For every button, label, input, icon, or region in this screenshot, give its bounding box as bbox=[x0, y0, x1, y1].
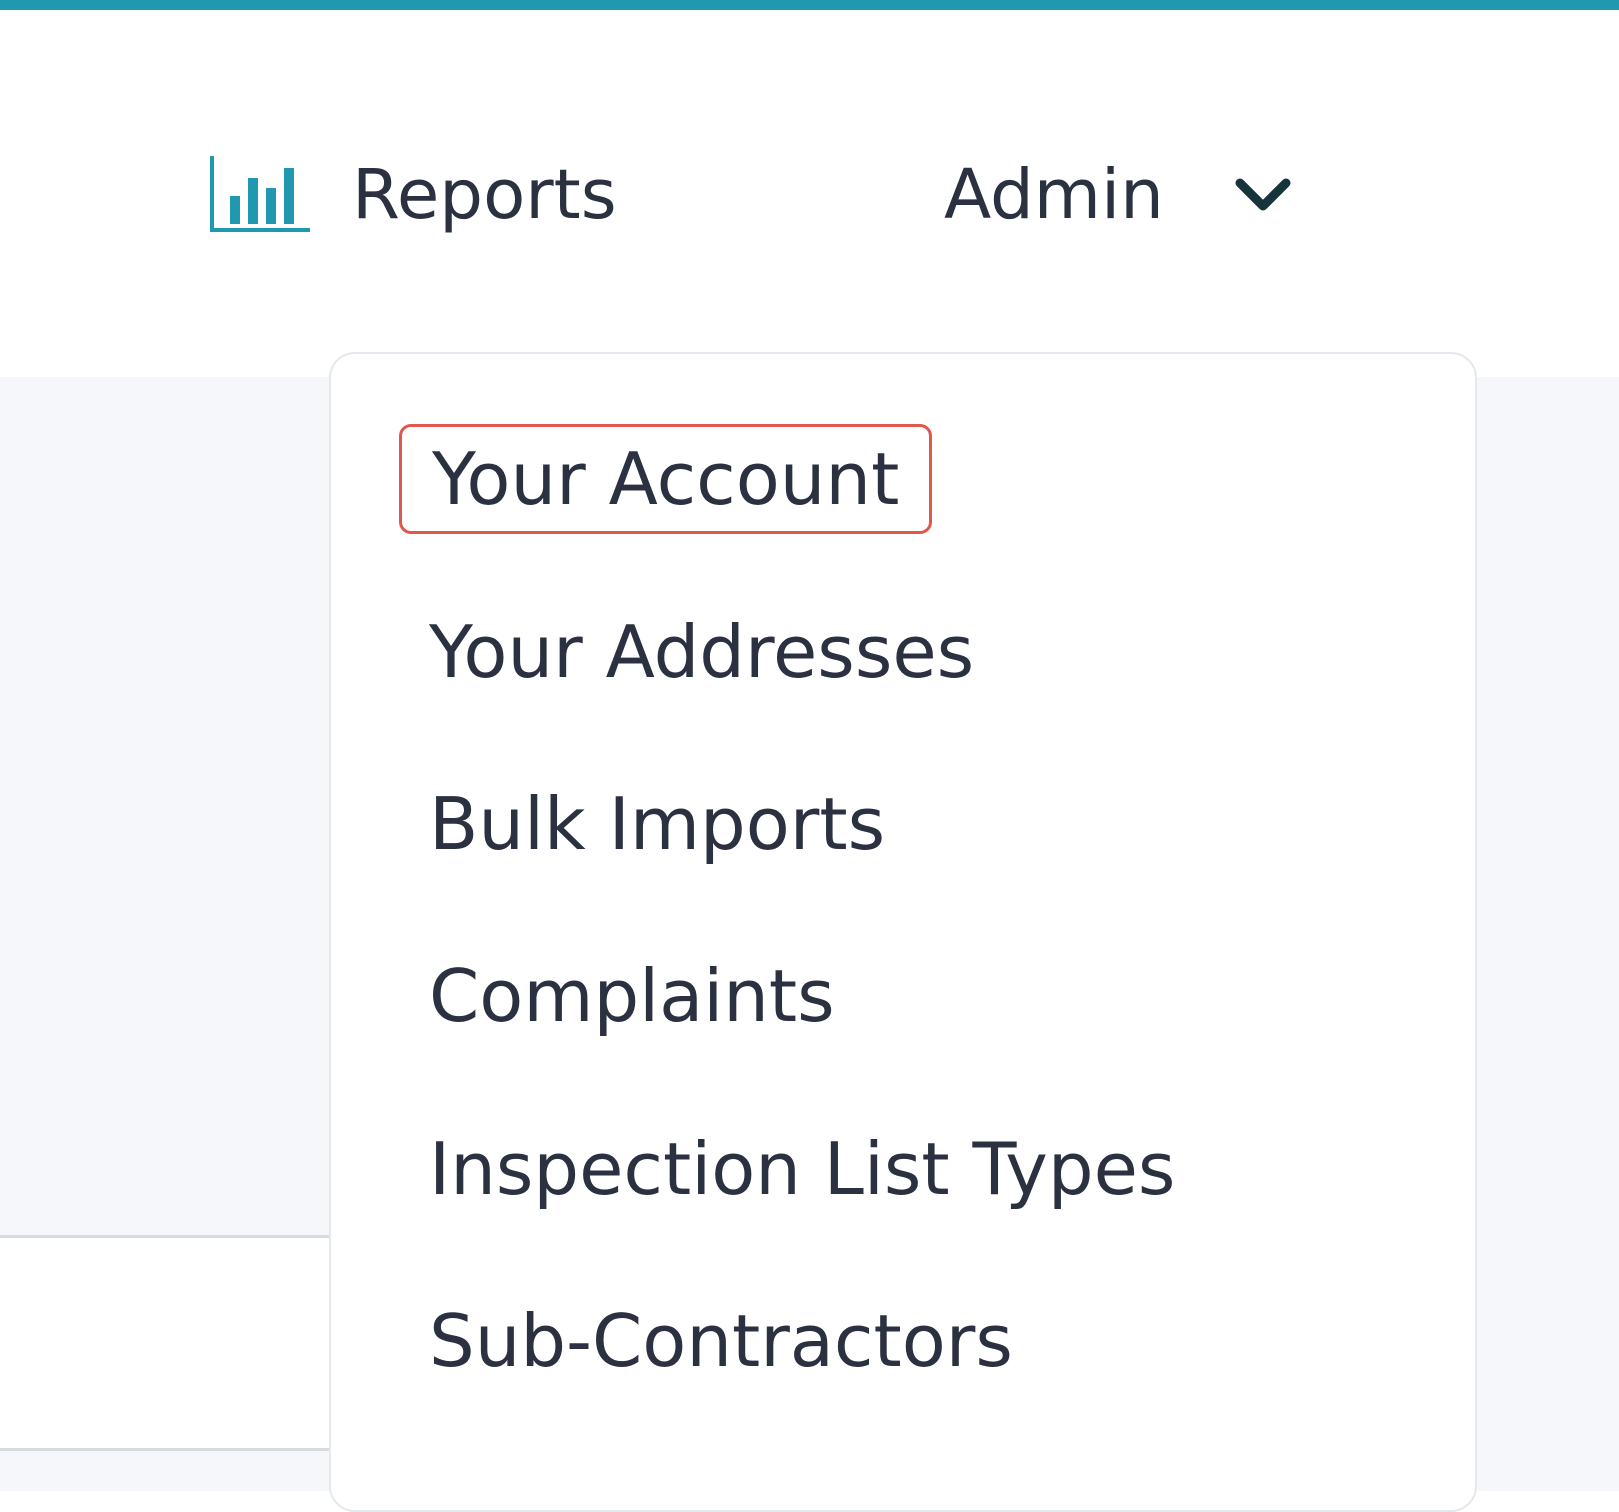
nav-admin-label: Admin bbox=[944, 155, 1164, 235]
menu-item-your-account[interactable]: Your Account bbox=[399, 424, 933, 534]
admin-dropdown-menu: Your Account Your Addresses Bulk Imports… bbox=[329, 352, 1477, 1512]
nav-reports-link[interactable]: Reports bbox=[206, 150, 617, 240]
bar-chart-icon bbox=[210, 156, 310, 232]
table-row bbox=[0, 1235, 340, 1451]
nav-admin-dropdown[interactable]: Admin bbox=[944, 150, 1294, 240]
menu-item-your-addresses[interactable]: Your Addresses bbox=[429, 597, 974, 707]
chevron-down-icon bbox=[1235, 178, 1291, 211]
menu-item-complaints[interactable]: Complaints bbox=[429, 941, 835, 1051]
menu-item-bulk-imports[interactable]: Bulk Imports bbox=[429, 769, 885, 879]
top-accent-bar bbox=[0, 0, 1619, 10]
menu-item-sub-contractors[interactable]: Sub-Contractors bbox=[429, 1286, 1013, 1396]
menu-item-inspection-list-types[interactable]: Inspection List Types bbox=[429, 1114, 1175, 1224]
top-header: Reports Admin bbox=[0, 10, 1619, 377]
nav-reports-label: Reports bbox=[352, 155, 617, 235]
